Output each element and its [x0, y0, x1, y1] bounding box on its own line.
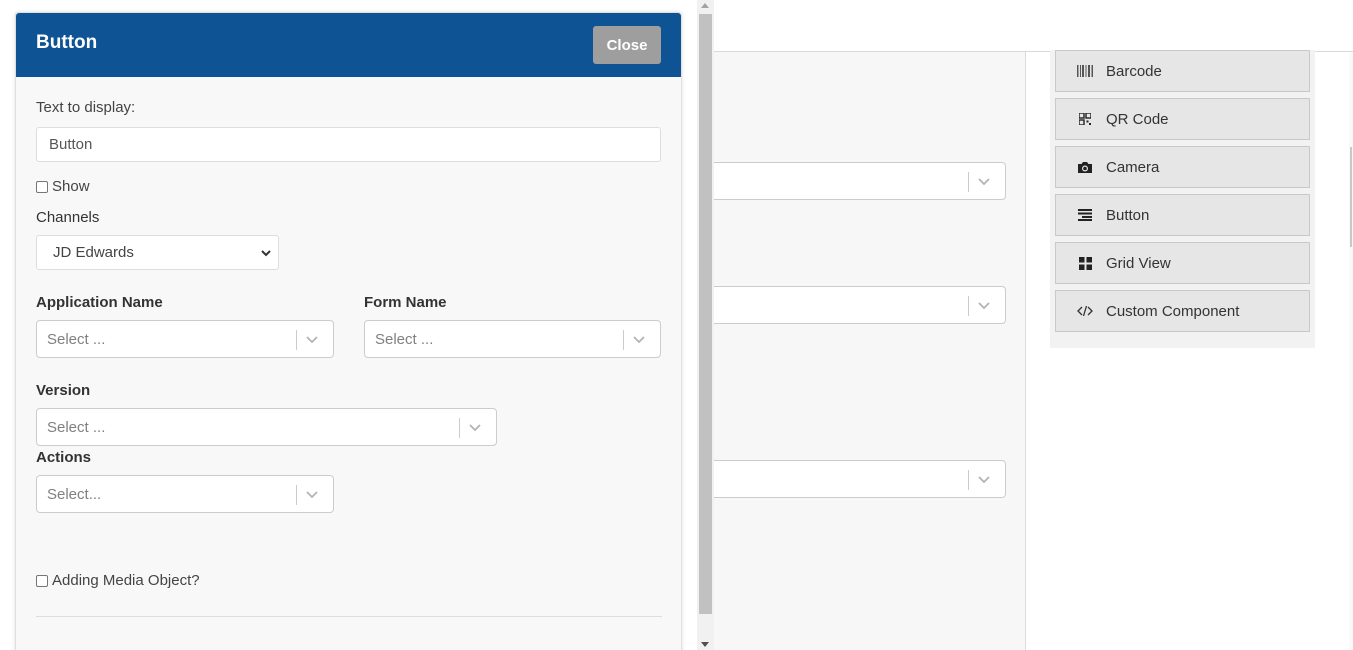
scroll-up-arrow-icon[interactable] [701, 3, 709, 8]
button-properties-modal: Button Close Text to display: Show Chann… [15, 12, 682, 650]
background-select-2[interactable] [714, 286, 1006, 324]
modal-divider [36, 616, 662, 617]
application-name-placeholder: Select ... [47, 331, 106, 348]
chevron-down-icon [978, 476, 990, 484]
chevron-down-icon [306, 491, 318, 499]
application-name-label: Application Name [36, 294, 163, 311]
button-icon [1074, 207, 1096, 223]
text-to-display-label: Text to display: [36, 99, 136, 116]
component-qr-code[interactable]: QR Code [1055, 98, 1310, 140]
modal-header: Button Close [16, 13, 681, 77]
qr-code-icon [1074, 111, 1096, 127]
component-button[interactable]: Button [1055, 194, 1310, 236]
show-label: Show [52, 178, 90, 195]
version-label: Version [36, 382, 91, 399]
close-button[interactable]: Close [593, 26, 661, 64]
version-select[interactable]: Select ... [36, 408, 497, 446]
page-form-area [714, 52, 1026, 650]
barcode-icon [1074, 63, 1096, 79]
component-label: Camera [1106, 158, 1160, 176]
scroll-down-arrow-icon[interactable] [701, 642, 709, 647]
code-icon [1074, 303, 1096, 319]
version-placeholder: Select ... [47, 419, 106, 436]
component-label: Custom Component [1106, 302, 1240, 320]
channels-select[interactable]: JD Edwards [36, 235, 279, 270]
background-select-1[interactable] [714, 162, 1006, 200]
chevron-down-icon [978, 178, 990, 186]
chevron-down-icon [261, 250, 271, 257]
form-name-select[interactable]: Select ... [364, 320, 661, 358]
actions-placeholder: Select... [47, 486, 102, 503]
actions-label: Actions [36, 449, 92, 466]
component-label: Button [1106, 206, 1150, 224]
channels-selected-value: JD Edwards [53, 244, 134, 261]
component-barcode[interactable]: Barcode [1055, 50, 1310, 92]
show-checkbox[interactable] [36, 180, 48, 193]
component-label: Grid View [1106, 254, 1171, 272]
page-top-bar [714, 0, 1353, 52]
component-custom-component[interactable]: Custom Component [1055, 290, 1310, 332]
right-scrollbar[interactable] [1349, 52, 1353, 650]
form-name-label: Form Name [364, 294, 447, 311]
background-select-3[interactable] [714, 460, 1006, 498]
form-name-placeholder: Select ... [375, 331, 434, 348]
chevron-down-icon [469, 424, 481, 432]
camera-icon [1074, 159, 1096, 175]
chevron-down-icon [633, 336, 645, 344]
component-grid-view[interactable]: Grid View [1055, 242, 1310, 284]
media-object-label: Adding Media Object? [52, 572, 200, 589]
actions-select[interactable]: Select... [36, 475, 334, 513]
component-camera[interactable]: Camera [1055, 146, 1310, 188]
page-scrollbar[interactable] [697, 0, 714, 650]
text-to-display-input[interactable] [36, 127, 661, 162]
component-palette: Barcode QR Code Camera Button Grid View … [1050, 50, 1315, 348]
grid-icon [1074, 255, 1096, 271]
channels-label: Channels [36, 209, 100, 226]
modal-title: Button [36, 32, 98, 53]
application-name-select[interactable]: Select ... [36, 320, 334, 358]
media-object-checkbox[interactable] [36, 574, 48, 587]
component-label: Barcode [1106, 62, 1162, 80]
chevron-down-icon [978, 302, 990, 310]
show-checkbox-row[interactable]: Show [36, 178, 90, 195]
chevron-down-icon [306, 336, 318, 344]
scrollbar-thumb[interactable] [699, 14, 712, 614]
media-object-checkbox-row[interactable]: Adding Media Object? [36, 572, 200, 589]
component-label: QR Code [1106, 110, 1169, 128]
